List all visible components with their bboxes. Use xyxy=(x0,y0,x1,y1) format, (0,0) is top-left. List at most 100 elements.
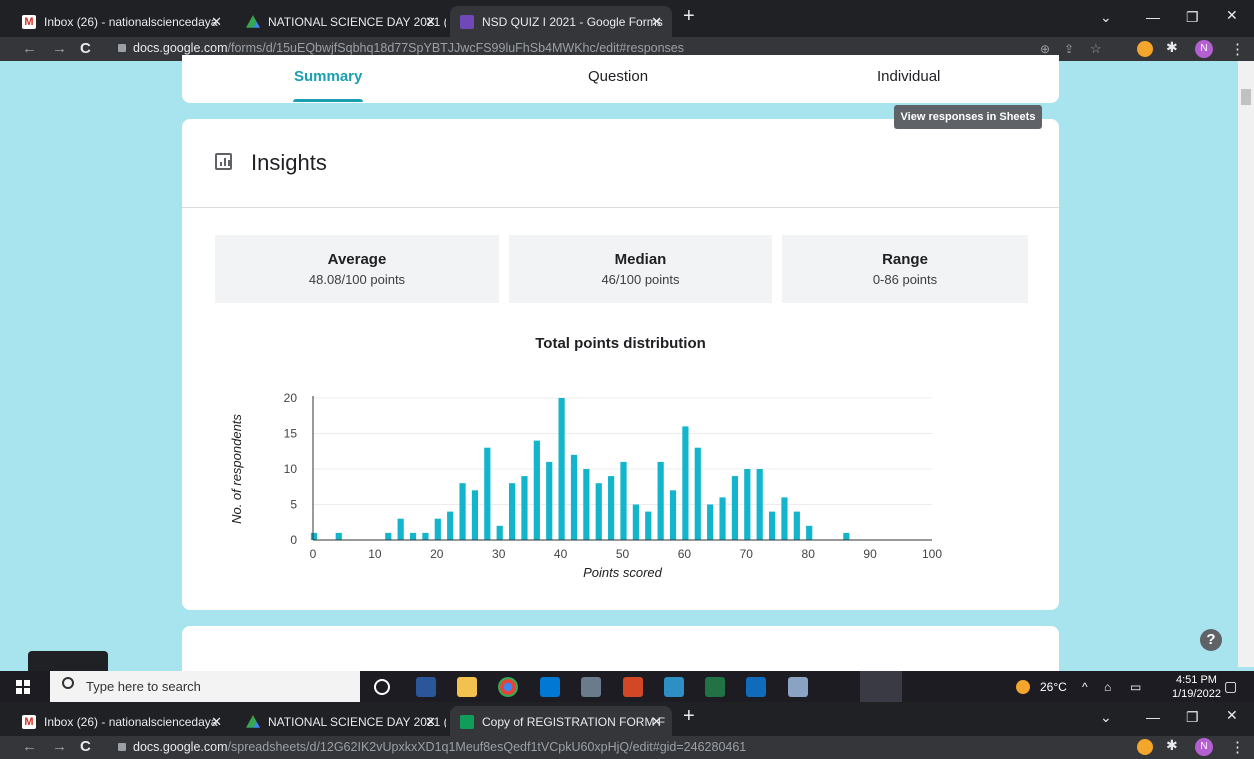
tab-forms-active[interactable]: NSD QUIZ I 2021 - Google Forms ✕ xyxy=(450,6,672,37)
profile-avatar[interactable]: N xyxy=(1195,40,1213,58)
help-icon[interactable]: ? xyxy=(1200,629,1222,651)
tab-search-icon[interactable]: ⌄ xyxy=(1100,9,1112,26)
bar[interactable] xyxy=(645,511,652,540)
bar[interactable] xyxy=(471,490,479,540)
bar[interactable] xyxy=(682,426,689,540)
bar[interactable] xyxy=(409,532,417,540)
bar[interactable] xyxy=(558,398,565,540)
bar[interactable] xyxy=(756,469,763,540)
bar[interactable] xyxy=(570,454,578,540)
tab-search-icon[interactable]: ⌄ xyxy=(1100,709,1112,726)
taskbar-clock[interactable]: 4:51 PM 1/19/2022 xyxy=(1172,673,1221,701)
bar[interactable] xyxy=(310,532,318,540)
app-icon[interactable] xyxy=(788,677,808,697)
bar[interactable] xyxy=(447,511,454,540)
bar[interactable] xyxy=(484,447,491,540)
bar[interactable] xyxy=(768,511,776,540)
mail-icon[interactable] xyxy=(746,677,766,697)
powerpoint-icon[interactable] xyxy=(623,677,643,697)
new-tab-icon[interactable]: + xyxy=(683,5,695,28)
share-icon[interactable]: ⇪ xyxy=(1064,42,1074,56)
tab-question[interactable]: Question xyxy=(588,68,648,85)
bar[interactable] xyxy=(397,518,404,540)
bar[interactable] xyxy=(694,447,701,540)
bar[interactable] xyxy=(719,497,726,540)
meet-widget[interactable] xyxy=(28,651,108,671)
bar[interactable] xyxy=(707,504,714,541)
bar[interactable] xyxy=(508,483,516,540)
back-icon[interactable]: ← xyxy=(22,738,37,755)
close-tab-icon[interactable]: ✕ xyxy=(425,714,436,730)
bar[interactable] xyxy=(335,532,342,540)
close-tab-icon[interactable]: ✕ xyxy=(651,714,662,730)
restore-icon[interactable]: ❐ xyxy=(1186,709,1199,726)
url-field[interactable]: docs.google.com/forms/d/15uEQbwjfSqbhq18… xyxy=(133,41,684,55)
app-icon[interactable] xyxy=(664,677,684,697)
scrollbar[interactable] xyxy=(1238,61,1254,667)
tray-chevron-icon[interactable]: ^ xyxy=(1082,680,1088,694)
url-field[interactable]: docs.google.com/spreadsheets/d/12G62IK2v… xyxy=(133,740,746,754)
bar[interactable] xyxy=(793,511,800,540)
menu-kebab-icon[interactable]: ⋮ xyxy=(1230,738,1245,756)
profile-avatar[interactable]: N xyxy=(1195,738,1213,756)
bar[interactable] xyxy=(632,504,639,541)
back-icon[interactable]: ← xyxy=(22,40,37,57)
bar[interactable] xyxy=(459,483,466,540)
excel-icon[interactable] xyxy=(705,677,725,697)
minimize-icon[interactable]: — xyxy=(1146,709,1160,725)
bar[interactable] xyxy=(595,483,602,540)
bar[interactable] xyxy=(731,476,739,540)
close-window-icon[interactable]: ✕ xyxy=(1226,7,1238,24)
forward-icon[interactable]: → xyxy=(52,738,67,755)
taskbar-search-box[interactable]: Type here to search xyxy=(50,671,360,702)
bar[interactable] xyxy=(385,532,392,540)
tab-drive[interactable]: NATIONAL SCIENCE DAY 2021 (2 ✕ xyxy=(236,706,446,737)
close-tab-icon[interactable]: ✕ xyxy=(211,714,222,730)
new-tab-icon[interactable]: + xyxy=(683,705,695,728)
chrome-icon[interactable] xyxy=(498,677,518,697)
bookmark-star-icon[interactable]: ☆ xyxy=(1090,41,1102,57)
bar[interactable] xyxy=(583,469,590,540)
tab-gmail[interactable]: M Inbox (26) - nationalsciencedaya ✕ xyxy=(12,6,232,37)
puzzle-extensions-icon[interactable]: ✱ xyxy=(1166,737,1182,753)
close-tab-icon[interactable]: ✕ xyxy=(651,14,662,30)
windows-start-icon[interactable] xyxy=(16,680,30,694)
extension-icon[interactable] xyxy=(1137,739,1153,755)
tab-sheets-active[interactable]: Copy of REGISTRATION FORM F ✕ xyxy=(450,706,672,737)
bar[interactable] xyxy=(521,476,528,540)
bar[interactable] xyxy=(669,490,677,540)
bar[interactable] xyxy=(781,497,788,540)
weather-icon[interactable] xyxy=(1016,680,1030,694)
file-explorer-icon[interactable] xyxy=(457,677,477,697)
minimize-icon[interactable]: — xyxy=(1146,9,1160,25)
notification-icon[interactable]: ▢ xyxy=(1224,678,1237,695)
forward-icon[interactable]: → xyxy=(52,40,67,57)
battery-icon[interactable]: ▭ xyxy=(1130,680,1141,694)
restore-icon[interactable]: ❐ xyxy=(1186,9,1199,26)
cortana-icon[interactable] xyxy=(374,679,390,695)
tab-gmail[interactable]: M Inbox (26) - nationalsciencedaya ✕ xyxy=(12,706,232,737)
chrome-profile-taskbar[interactable] xyxy=(860,671,902,702)
close-tab-icon[interactable]: ✕ xyxy=(211,14,222,30)
bar[interactable] xyxy=(533,440,540,540)
scrollbar-thumb[interactable] xyxy=(1241,89,1251,105)
close-tab-icon[interactable]: ✕ xyxy=(425,14,436,30)
bar[interactable] xyxy=(434,518,441,540)
tab-drive[interactable]: NATIONAL SCIENCE DAY 2021 (2 ✕ xyxy=(236,6,446,37)
tab-individual[interactable]: Individual xyxy=(877,68,940,85)
reload-icon[interactable]: C xyxy=(80,738,91,755)
word-icon[interactable] xyxy=(416,677,436,697)
close-window-icon[interactable]: ✕ xyxy=(1226,707,1238,724)
bar[interactable] xyxy=(657,461,664,540)
extension-icon[interactable] xyxy=(1137,41,1153,57)
bar[interactable] xyxy=(843,532,850,540)
store-icon[interactable] xyxy=(540,677,560,697)
bar[interactable] xyxy=(546,461,553,540)
bar[interactable] xyxy=(496,525,503,540)
app-icon[interactable] xyxy=(581,677,601,697)
network-icon[interactable]: ⌂ xyxy=(1104,680,1111,694)
bar[interactable] xyxy=(608,476,615,540)
bar[interactable] xyxy=(422,532,429,540)
puzzle-extensions-icon[interactable]: ✱ xyxy=(1166,39,1182,55)
tab-summary[interactable]: Summary xyxy=(294,68,362,85)
